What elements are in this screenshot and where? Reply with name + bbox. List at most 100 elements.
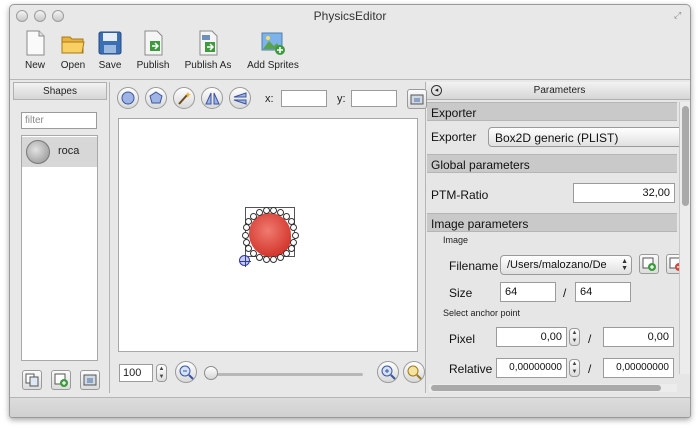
shapes-header: Shapes — [13, 82, 107, 100]
polygon-vertex-handle[interactable] — [262, 256, 270, 264]
relative-x-stepper[interactable]: ▲ ▼ — [569, 359, 580, 377]
shapes-divider[interactable] — [109, 82, 110, 393]
new-button[interactable]: New — [20, 29, 50, 71]
save-button[interactable]: Save — [96, 29, 124, 71]
polygon-vertex-handle[interactable] — [242, 238, 250, 246]
zoom-in-icon — [381, 365, 396, 380]
save-label: Save — [98, 60, 122, 71]
add-sprites-button[interactable]: Add Sprites — [246, 29, 300, 71]
horizontal-scroll-thumb[interactable] — [431, 385, 661, 391]
title-bar: PhysicsEditor — [10, 5, 690, 27]
size-separator: / — [563, 286, 567, 300]
circle-tool-button[interactable] — [117, 87, 139, 109]
zoom-window-button[interactable] — [52, 10, 64, 22]
parameters-vertical-scrollbar[interactable] — [679, 102, 690, 374]
add-sprite-icon — [54, 373, 68, 387]
pixel-x-input[interactable]: 0,00 — [496, 327, 567, 347]
magic-wand-tool-button[interactable] — [173, 87, 195, 109]
parameters-panel: ◂ Parameters Exporter Exporter Box2D gen… — [427, 82, 690, 396]
shapes-panel: Shapes filter roca — [13, 82, 107, 393]
main-toolbar: New Open Save Publish Publish As Add Spr… — [10, 27, 690, 79]
zoom-out-button[interactable] — [175, 361, 197, 383]
close-window-button[interactable] — [16, 10, 28, 22]
pixel-x-stepper[interactable]: ▲ ▼ — [569, 328, 580, 346]
zoom-input[interactable]: 100 — [119, 364, 153, 382]
polygon-vertex-handle[interactable] — [241, 231, 249, 239]
filter-input[interactable]: filter — [21, 112, 97, 129]
status-bar — [10, 397, 690, 417]
add-image-icon — [260, 29, 286, 57]
window-title: PhysicsEditor — [313, 9, 387, 23]
add-shape-button[interactable] — [51, 370, 71, 390]
open-button[interactable]: Open — [57, 29, 89, 71]
flip-vertical-button[interactable] — [229, 87, 251, 109]
polygon-vertex-handle[interactable] — [270, 256, 278, 264]
dropdown-arrow-icon: ▲ ▼ — [621, 258, 628, 272]
delete-icon — [83, 374, 97, 386]
polygon-icon — [149, 91, 163, 104]
shape-list[interactable]: roca — [21, 135, 98, 361]
size-label: Size — [449, 286, 473, 300]
publish-button[interactable]: Publish — [134, 29, 172, 71]
zoom-fit-icon — [407, 365, 422, 380]
zoom-slider-track[interactable] — [207, 373, 363, 376]
filename-select[interactable]: /Users/malozano/De ▲ ▼ — [500, 255, 632, 275]
publish-icon — [140, 29, 166, 57]
publish-label: Publish — [136, 60, 170, 71]
canvas-settings-button[interactable] — [407, 89, 427, 109]
circle-icon — [121, 91, 135, 105]
polygon-vertex-handle[interactable] — [270, 206, 278, 214]
ptm-ratio-input[interactable]: 32,00 — [573, 183, 675, 203]
relative-label: Relative — [449, 362, 493, 376]
choose-file-button[interactable] — [639, 254, 659, 274]
polygon-vertex-handle[interactable] — [256, 254, 264, 262]
parameters-title: Parameters — [533, 85, 586, 96]
size-height-field: 64 — [575, 282, 631, 302]
exporter-label: Exporter — [431, 130, 477, 144]
polygon-vertex-handle[interactable] — [262, 206, 270, 214]
pixel-separator: / — [588, 332, 592, 346]
polygon-vertex-handle[interactable] — [290, 224, 298, 232]
pixel-label: Pixel — [449, 332, 476, 346]
anchor-point-icon[interactable] — [239, 255, 251, 267]
zoom-stepper[interactable]: ▲ ▼ — [156, 364, 167, 382]
minimize-window-button[interactable] — [34, 10, 46, 22]
relative-x-input[interactable]: 0,00000000 — [496, 358, 567, 378]
y-coordinate-input[interactable] — [351, 90, 397, 107]
params-divider[interactable] — [425, 82, 426, 393]
floppy-disk-icon — [97, 29, 123, 57]
settings-icon — [410, 94, 424, 105]
duplicate-icon — [25, 373, 39, 387]
remove-shape-button[interactable] — [80, 370, 100, 390]
flip-horizontal-icon — [205, 92, 220, 105]
new-document-icon — [22, 29, 48, 57]
add-sprites-label: Add Sprites — [247, 60, 299, 71]
main-window: PhysicsEditor ⤢ New Open Save Publish Pu… — [9, 4, 691, 418]
zoom-bar: 100 ▲ ▼ — [111, 360, 425, 386]
flip-horizontal-button[interactable] — [201, 87, 223, 109]
publish-as-icon — [195, 29, 221, 57]
fullscreen-icon[interactable]: ⤢ — [674, 10, 684, 20]
image-sublabel: Image — [443, 235, 469, 245]
polygon-vertex-handle[interactable] — [276, 254, 284, 262]
parameters-horizontal-scrollbar[interactable] — [429, 384, 677, 392]
zoom-fit-button[interactable] — [403, 361, 425, 383]
exporter-select[interactable]: Box2D generic (PLIST) — [488, 127, 688, 147]
editor-canvas[interactable] — [118, 118, 418, 352]
publish-as-button[interactable]: Publish As — [183, 29, 233, 71]
anchor-sublabel: Select anchor point — [443, 308, 521, 318]
vertical-scroll-thumb[interactable] — [682, 106, 689, 206]
x-coordinate-input[interactable] — [281, 90, 327, 107]
panel-toggle-icon[interactable]: ◂ — [431, 85, 442, 96]
polygon-tool-button[interactable] — [145, 87, 167, 109]
duplicate-shape-button[interactable] — [22, 370, 42, 390]
relative-y-input[interactable]: 0,00000000 — [603, 358, 674, 378]
zoom-in-button[interactable] — [377, 361, 399, 383]
zoom-slider-knob[interactable] — [204, 366, 218, 380]
shape-item-roca[interactable]: roca — [22, 137, 97, 167]
polygon-vertex-handle[interactable] — [242, 224, 250, 232]
parameters-header: ◂ Parameters — [427, 82, 690, 100]
pixel-y-input[interactable]: 0,00 — [603, 327, 674, 347]
canvas-toolbar: x: y: — [111, 85, 427, 111]
polygon-vertex-handle[interactable] — [291, 231, 299, 239]
